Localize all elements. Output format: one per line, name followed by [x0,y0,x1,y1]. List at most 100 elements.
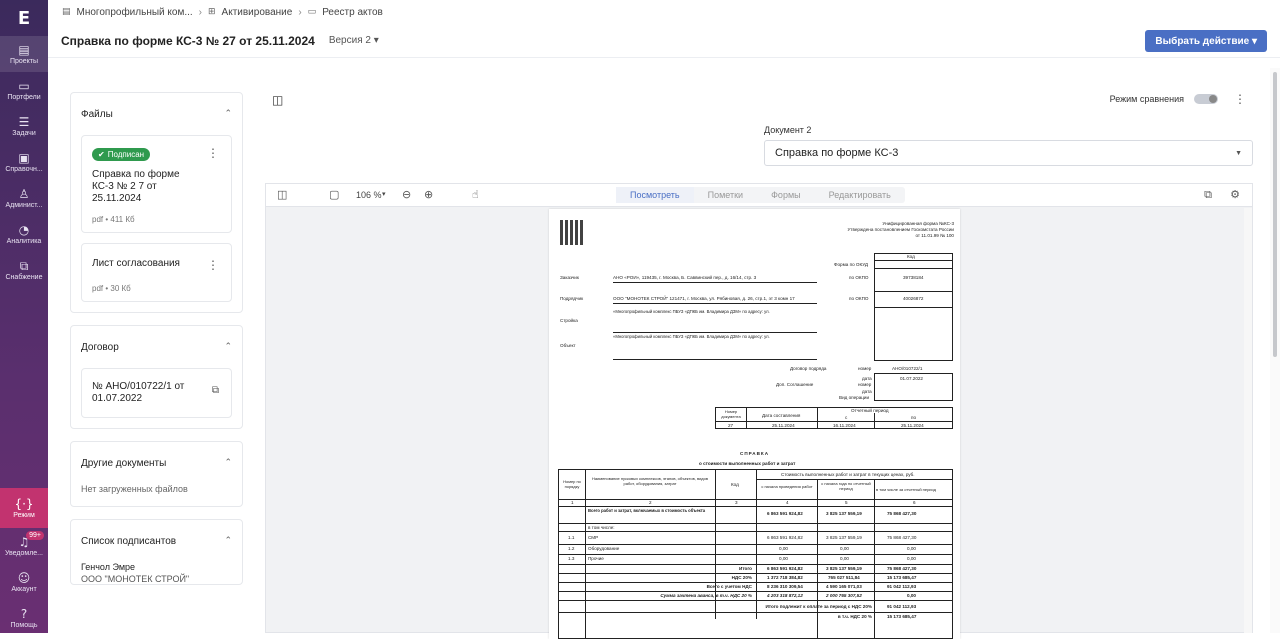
other-documents-panel: Другие документы ⌃ Нет загруженных файлов [70,441,243,507]
chevron-up-icon[interactable]: ⌃ [224,458,232,468]
file-name[interactable]: Лист согласования [92,258,202,270]
sidebar-toggle-icon[interactable]: ◫ [272,93,283,107]
total-label: НДС 20% [731,575,752,580]
breadcrumb-registry[interactable]: Реестр актов [322,7,383,18]
period-header: Отчетный период [851,408,889,413]
nav-item-portfolios[interactable]: ▭ Портфели [0,72,48,108]
chart-icon: ◔ [18,222,30,237]
chevron-down-icon[interactable]: ▾ [382,190,386,198]
status-badge: ✔ Подписан [92,148,151,161]
nav-item-analytics[interactable]: ◔ Аналитика [0,216,48,252]
page-scrollbar[interactable] [1270,68,1280,633]
total-cell: 0,00 [907,593,916,598]
doc-date-value: 25.11.2024 [772,423,795,428]
total-cell: 15 173 685,47 [887,575,917,580]
zoom-out-icon[interactable]: ⊖ [402,188,411,201]
breadcrumb-project[interactable]: Многопрофильный ком... [77,7,193,18]
table-header-cost: Стоимость выполненных работ и затрат в т… [781,472,915,477]
nav-item-notifications[interactable]: 99+ ♫ Уведомле... [0,528,48,564]
nav-item-admin[interactable]: ♙ Админист... [0,180,48,216]
total-cell: 91 042 112,93 [887,584,917,589]
tab-edit[interactable]: Редактировать [815,187,905,203]
files-panel: Файлы ⌃ ✔ Подписан ⋮ Справка по форме КС-3… [70,92,243,313]
other-documents-header[interactable]: Другие документы ⌃ [81,442,232,484]
chevron-up-icon[interactable]: ⌃ [224,536,232,546]
col-num: 3 [735,500,738,505]
copy-icon[interactable]: ⧉ [1204,188,1212,202]
table-row-name: Всего работ и затрат, включаемых в стоим… [588,508,706,513]
table-row-name: СМР [588,535,599,540]
files-panel-header[interactable]: Файлы ⌃ [81,93,232,135]
total-label: Всего с учетом НДС [706,584,752,589]
operation-type-label: Вид операции [839,395,870,400]
app-logo[interactable]: E [0,0,48,36]
date-label: дата [862,389,872,394]
more-icon[interactable]: ⋮ [207,146,219,160]
sidebar-panel-icon[interactable]: ◫ [277,188,287,201]
chevron-up-icon[interactable]: ⌃ [224,342,232,352]
breadcrumb-activation[interactable]: Активирование [222,7,293,18]
nav-item-directories[interactable]: ▣ Справочн... [0,144,48,180]
table-cell: 75 868 427,30 [887,511,917,516]
more-icon[interactable]: ⋮ [1234,92,1246,106]
file-card[interactable]: ✔ Подписан ⋮ Справка по форме КС-3 № 2 7 … [81,135,232,233]
choose-action-button[interactable]: Выбрать действие ▾ [1145,30,1267,52]
table-cell: 0,00 [779,546,788,551]
document2-select[interactable]: Справка по форме КС-3 ▼ [764,140,1253,166]
chevron-down-icon: ▾ [373,35,379,46]
object-value: «Многопрофильный комплекс ПБУЗ «ДПКБ им.… [613,334,770,339]
total-cell: 1 372 718 384,82 [767,575,803,580]
qr-code [560,220,585,245]
doc-number-value: 27 [728,423,734,428]
hand-icon[interactable]: ☝ [472,188,479,201]
help-icon: ? [20,606,28,621]
okpo-contractor: 40026872 [903,296,924,301]
supplement-label: Доп. Соглашение [776,382,814,387]
table-cell: 0,00 [840,556,849,561]
gear-icon[interactable]: ⚙ [1230,188,1240,201]
tab-forms[interactable]: Формы [757,187,815,203]
page-header: Справка по форме КС-3 № 27 от 25.11.2024… [48,24,1280,58]
table-cell: 6 863 591 924,82 [767,511,803,516]
file-name[interactable]: Справка по форме КС-3 № 2 7 от 25.11.202… [92,169,202,205]
code-icon: {·} [14,496,34,511]
viewer-scrollbar[interactable] [1244,208,1252,633]
page-title: Справка по форме КС-3 № 27 от 25.11.2024 [61,33,315,48]
tab-view[interactable]: Посмотреть [616,187,694,203]
total-cell: 765 027 511,84 [828,575,860,580]
folder-icon: ▭ [307,7,317,17]
table-header-num: Номер по порядку [563,479,581,489]
file-card[interactable]: ⋮ Лист согласования pdf • 30 Кб [81,243,232,302]
contract-panel: Договор ⌃ ⧉ № АНО/010722/1 от 01.07.2022 [70,325,243,429]
breadcrumb: ▤ Многопрофильный ком... › ⊞ Активирован… [48,0,1280,24]
nav-item-supply[interactable]: ⧉ Снабжение [0,252,48,288]
okpo-label: по ОКПО [849,275,869,280]
nav-item-projects[interactable]: ▤ Проекты [0,36,48,72]
contract-number[interactable]: № АНО/010722/1 от 01.07.2022 [92,381,192,405]
zoom-in-icon[interactable]: ⊕ [424,188,433,201]
page-icon[interactable]: ▢ [329,188,339,201]
compare-mode-toggle[interactable] [1194,94,1218,104]
zoom-level[interactable]: 106 % [356,190,382,200]
total-cell: 4 203 318 872,12 [767,593,803,598]
contract-card[interactable]: ⧉ № АНО/010722/1 от 01.07.2022 [81,368,232,418]
more-icon[interactable]: ⋮ [207,258,219,272]
nav-item-tasks[interactable]: ☰ Задачи [0,108,48,144]
nav-item-help[interactable]: ? Помощь [0,600,48,636]
signers-panel-header[interactable]: Список подписантов ⌃ [81,520,232,562]
okud-label: Форма по ОКУД [834,262,869,267]
nav-item-account[interactable]: ☺ Аккаунт [0,564,48,600]
version-select[interactable]: Версия 2 ▾ [329,35,379,46]
contract-panel-header[interactable]: Договор ⌃ [81,326,232,368]
chevron-up-icon[interactable]: ⌃ [224,109,232,119]
signer-item: Генчол Эмре ООО "МОНОТЕК СТРОЙ" [81,562,232,584]
nav-item-mode[interactable]: {·} Режим [0,488,48,528]
table-header-name: Наименование пусковых комплексов, этапов… [591,476,708,486]
document2-label: Документ 2 [764,125,812,135]
vat-value: 15 173 685,47 [887,614,917,619]
tab-annotations[interactable]: Пометки [694,187,757,203]
contract-number-value: АНО/010722/1 [892,366,923,371]
external-link-icon[interactable]: ⧉ [212,385,219,396]
to-pay-label: Итого подлежит к оплате за период с НДС … [765,604,873,609]
scrollbar-thumb[interactable] [1273,72,1277,357]
